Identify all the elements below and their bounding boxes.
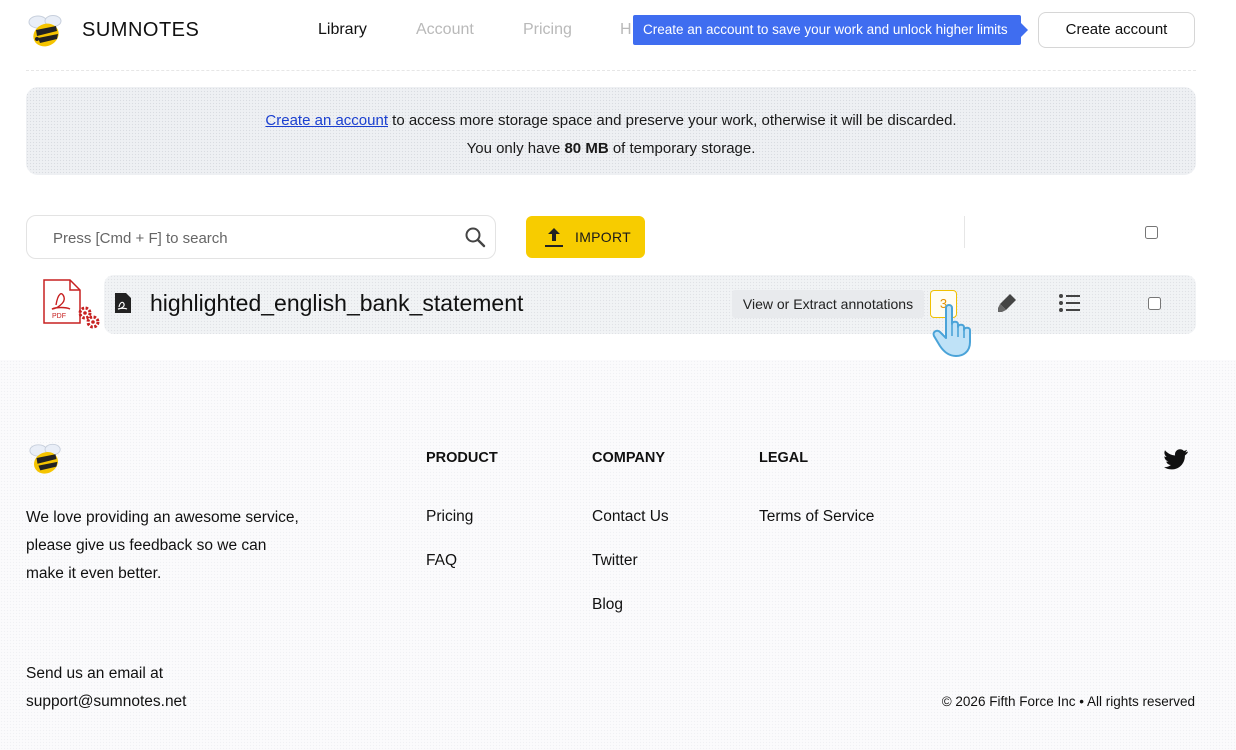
search-box[interactable] <box>26 215 496 259</box>
banner-line-2-prefix: You only have <box>466 140 565 157</box>
svg-text:PDF: PDF <box>52 313 66 320</box>
footer-bee-logo-icon <box>29 443 61 474</box>
footer-link-pricing[interactable]: Pricing <box>426 508 473 526</box>
import-button[interactable]: IMPORT <box>526 216 645 258</box>
footer-link-twitter[interactable]: Twitter <box>592 552 638 570</box>
nav-help-partial[interactable]: H <box>620 21 632 39</box>
create-account-button[interactable]: Create account <box>1038 12 1195 48</box>
search-icon[interactable] <box>464 226 486 248</box>
nav-library[interactable]: Library <box>318 21 367 39</box>
list-icon[interactable] <box>1058 292 1082 314</box>
header: SUMNOTES Library Account Pricing H Creat… <box>0 0 1236 71</box>
pdf-settings-icon: PDF <box>43 279 100 329</box>
copyright: © 2026 Fifth Force Inc • All rights rese… <box>941 694 1195 709</box>
email-prompt: Send us an email at <box>26 665 164 682</box>
view-annotations-label[interactable]: View or Extract annotations <box>732 290 924 318</box>
twitter-icon[interactable] <box>1164 448 1188 470</box>
footer-link-terms[interactable]: Terms of Service <box>759 508 874 526</box>
create-account-tooltip: Create an account to save your work and … <box>633 15 1028 45</box>
footer-legal-heading: LEGAL <box>759 450 809 466</box>
file-row-checkbox[interactable] <box>1148 297 1161 310</box>
footer-tagline: We love providing an awesome service, pl… <box>26 509 299 582</box>
toolbar-divider <box>964 216 965 248</box>
file-name[interactable]: highlighted_english_bank_statement <box>150 290 523 317</box>
storage-banner: Create an account to access more storage… <box>26 87 1196 175</box>
banner-line-1: Create an account to access more storage… <box>26 107 1196 135</box>
footer-link-contact[interactable]: Contact Us <box>592 508 669 526</box>
header-divider <box>26 70 1196 71</box>
nav-pricing[interactable]: Pricing <box>523 21 572 39</box>
search-input[interactable] <box>51 227 455 249</box>
bee-logo-icon[interactable] <box>26 12 66 50</box>
upload-icon <box>545 228 563 247</box>
pdf-file-icon <box>115 293 131 313</box>
footer-link-blog[interactable]: Blog <box>592 596 623 614</box>
footer-email-block: Send us an email at support@sumnotes.net <box>26 660 187 716</box>
select-all-checkbox[interactable] <box>1145 226 1158 239</box>
brand-name[interactable]: SUMNOTES <box>82 19 199 42</box>
footer-product-heading: PRODUCT <box>426 450 498 466</box>
footer-link-faq[interactable]: FAQ <box>426 552 457 570</box>
create-account-link[interactable]: Create an account <box>265 112 388 129</box>
banner-line-2: You only have 80 MB of temporary storage… <box>26 135 1196 163</box>
footer-company-heading: COMPANY <box>592 450 666 466</box>
highlighter-icon[interactable] <box>996 292 1018 314</box>
storage-amount: 80 MB <box>564 140 609 157</box>
nav-account[interactable]: Account <box>416 21 474 39</box>
banner-line-1-text: to access more storage space and preserv… <box>387 112 957 129</box>
banner-line-2-suffix: of temporary storage. <box>608 140 756 157</box>
support-email-link[interactable]: support@sumnotes.net <box>26 688 187 716</box>
import-label: IMPORT <box>575 229 631 245</box>
hand-pointer-cursor-icon <box>932 304 971 357</box>
